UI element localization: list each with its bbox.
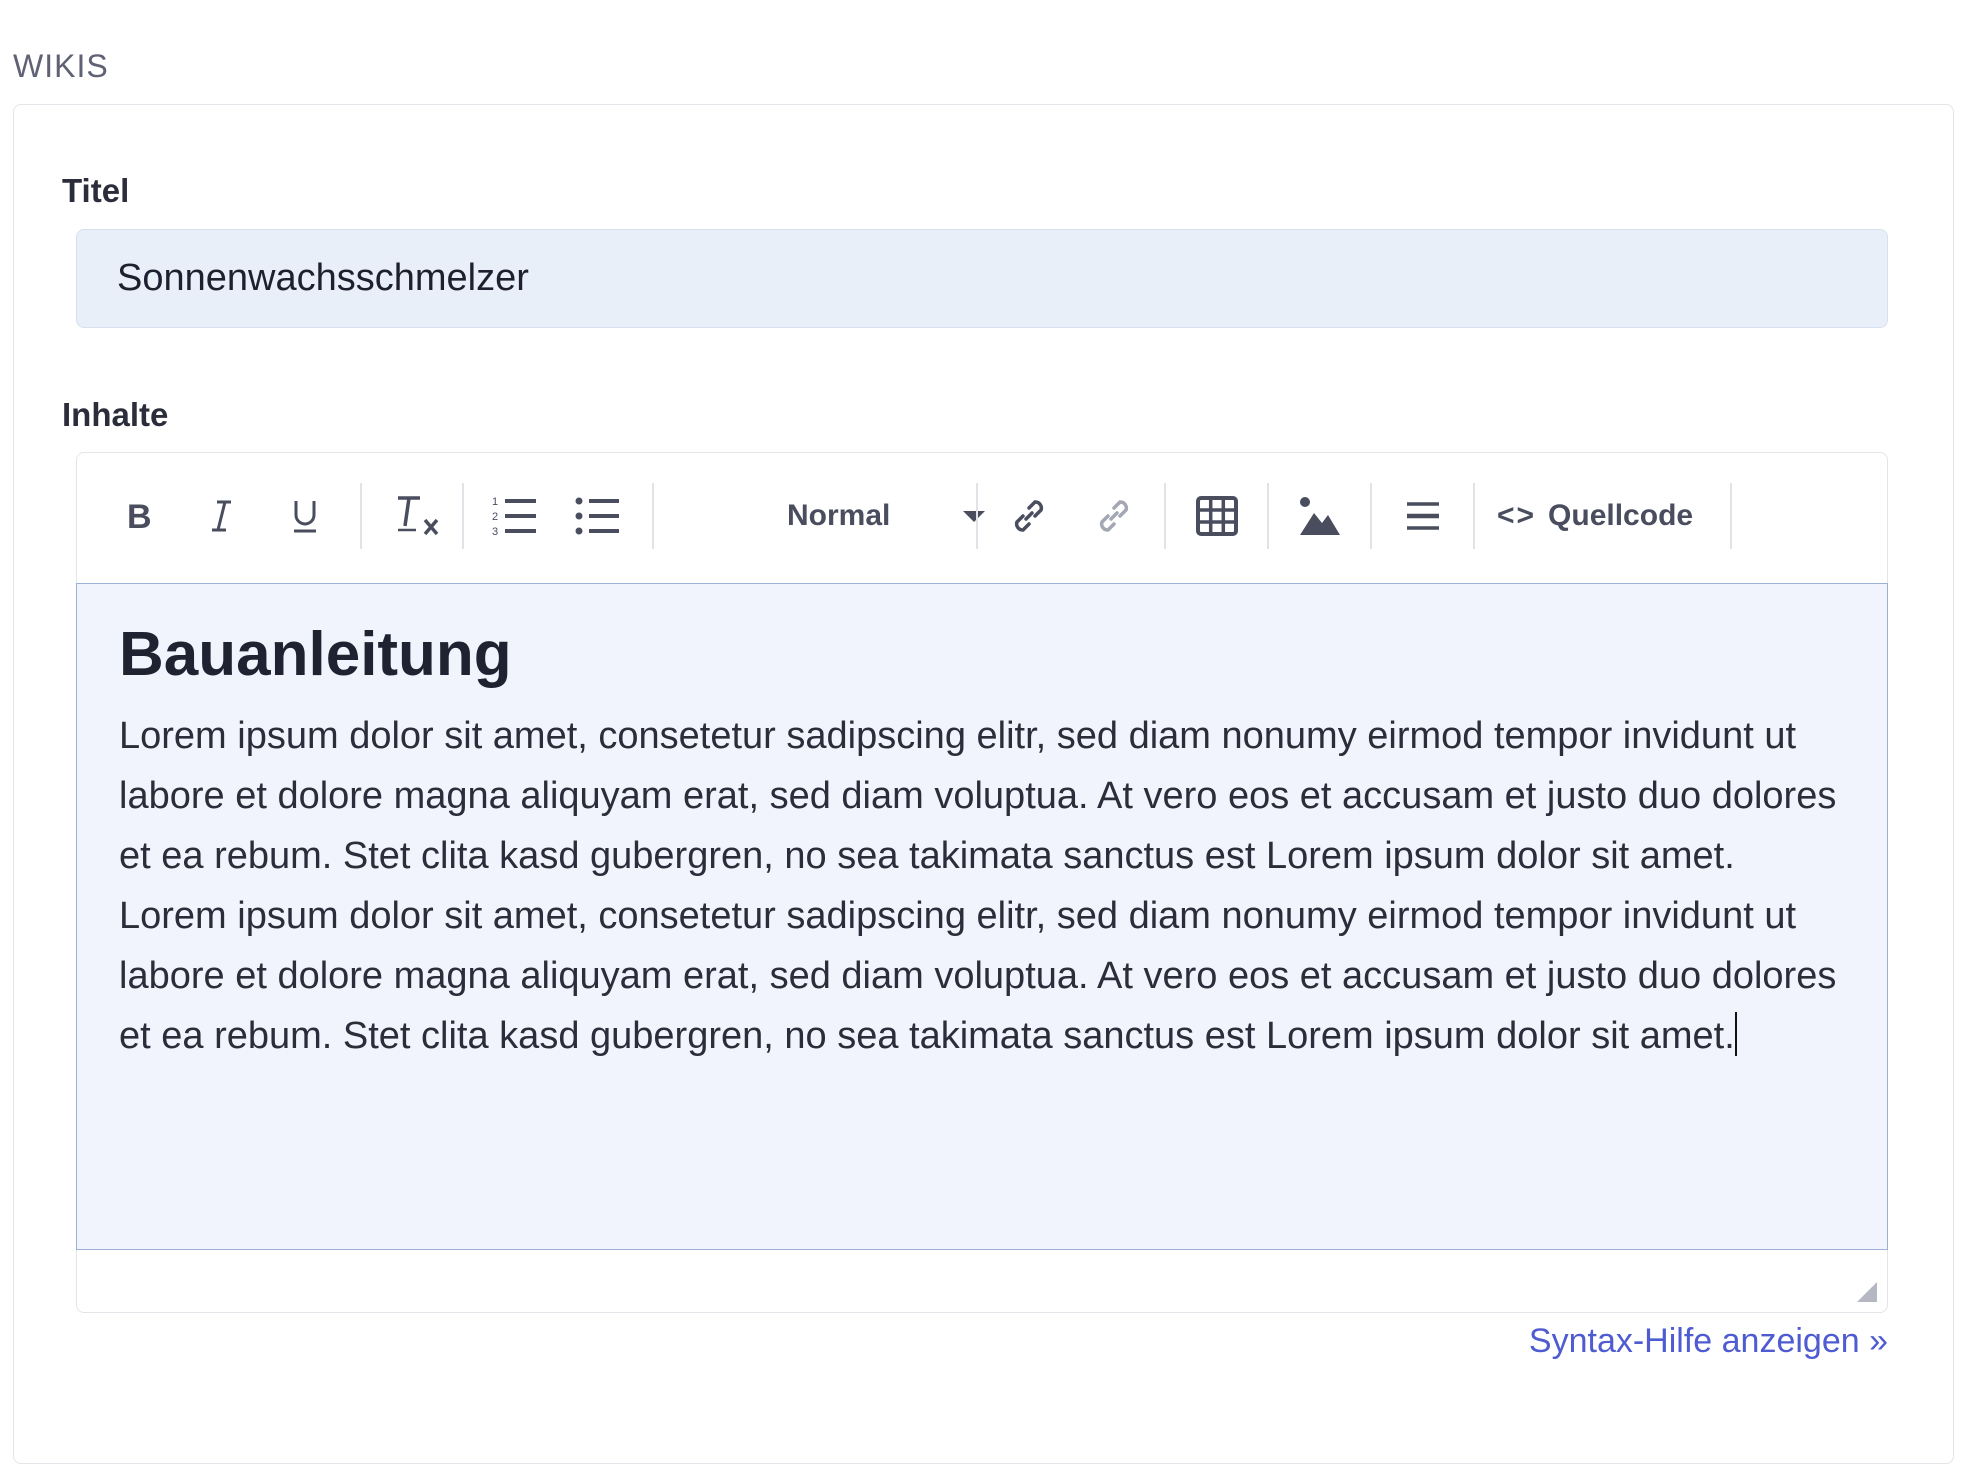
format-select-value: Normal (787, 499, 891, 532)
title-label: Titel (62, 172, 130, 209)
bold-icon[interactable]: B (107, 483, 171, 549)
content-heading: Bauanleitung (119, 620, 512, 689)
table-icon[interactable] (1177, 483, 1257, 549)
format-select[interactable]: Normal (637, 483, 1013, 549)
horizontal-rule-icon[interactable] (1383, 483, 1463, 549)
link-icon[interactable] (989, 483, 1069, 549)
text-cursor (1734, 1012, 1737, 1057)
content-paragraph: Lorem ipsum dolor sit amet, consetetur s… (119, 706, 1845, 1066)
svg-text:2: 2 (492, 511, 498, 523)
svg-text:3: 3 (492, 526, 498, 538)
syntax-help-link[interactable]: Syntax-Hilfe anzeigen » (1529, 1322, 1888, 1361)
code-icon: <> (1497, 499, 1537, 532)
toolbar-separator (462, 483, 464, 549)
chevron-down-icon (963, 511, 985, 522)
toolbar-separator (1473, 483, 1475, 549)
toolbar-separator (360, 483, 362, 549)
toolbar-separator (1370, 483, 1372, 549)
editor-toolbar: B 1 2 3 Normal <> Quellcode (77, 453, 1887, 583)
ordered-list-icon[interactable]: 1 2 3 (475, 483, 555, 549)
content-paragraph-text: Lorem ipsum dolor sit amet, consetetur s… (119, 715, 1837, 1058)
source-code-label: Quellcode (1548, 499, 1694, 532)
toolbar-separator (976, 483, 978, 549)
rich-text-editor: B 1 2 3 Normal <> Quellcode Bauanleitung L… (76, 452, 1888, 1313)
editor-content-area[interactable]: Bauanleitung Lorem ipsum dolor sit amet,… (76, 583, 1888, 1250)
svg-text:1: 1 (492, 496, 498, 508)
content-label: Inhalte (62, 396, 169, 433)
toolbar-separator (1730, 483, 1732, 549)
underline-icon[interactable] (273, 483, 337, 549)
title-input[interactable] (76, 229, 1888, 328)
resize-handle[interactable] (1857, 1282, 1877, 1302)
toolbar-separator (1267, 483, 1269, 549)
toolbar-separator (1164, 483, 1166, 549)
source-code-button[interactable]: <> Quellcode (1497, 483, 1693, 549)
italic-icon[interactable] (190, 483, 254, 549)
unordered-list-icon[interactable] (558, 483, 638, 549)
unlink-icon[interactable] (1074, 483, 1154, 549)
section-heading: WIKIS (13, 48, 109, 84)
image-icon[interactable] (1280, 483, 1360, 549)
svg-text:B: B (127, 500, 152, 532)
clear-format-icon[interactable] (373, 483, 463, 549)
